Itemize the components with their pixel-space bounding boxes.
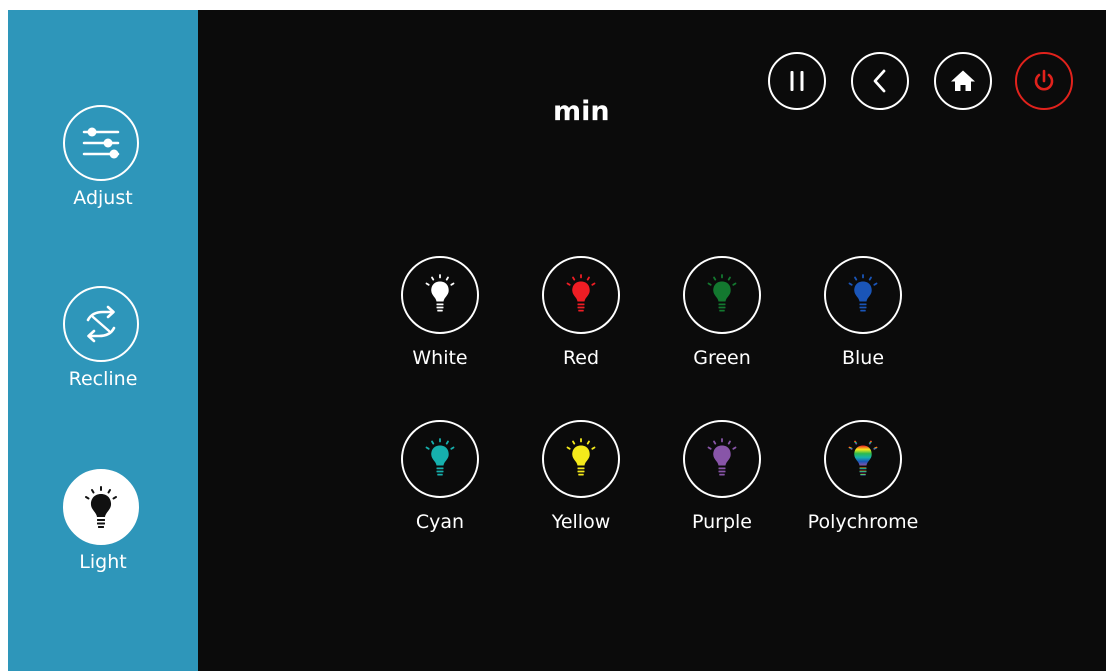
- light-button[interactable]: [542, 256, 620, 334]
- power-button[interactable]: [1015, 52, 1073, 110]
- sidebar: Adjust Recline Light: [8, 10, 198, 671]
- app-frame: Adjust Recline Light min White Red Green…: [8, 10, 1106, 671]
- bulb-icon: [707, 438, 737, 476]
- light-button[interactable]: [401, 420, 479, 498]
- light-button[interactable]: [683, 420, 761, 498]
- bulb-icon: [707, 274, 737, 312]
- light-label: Cyan: [415, 511, 465, 533]
- light-label: Purple: [691, 511, 752, 533]
- light-label: Green: [693, 347, 751, 369]
- swap-arrows-icon: [86, 305, 116, 343]
- home-button[interactable]: [934, 52, 992, 110]
- page-title: min: [553, 96, 610, 127]
- home-icon: [951, 70, 975, 91]
- light-button[interactable]: [824, 420, 902, 498]
- bulb-icon: [425, 438, 455, 476]
- light-label: Polychrome: [807, 511, 919, 533]
- bulb-icon: [566, 438, 596, 476]
- light-button[interactable]: [683, 256, 761, 334]
- back-icon: [873, 69, 886, 93]
- sidebar-item-label: Recline: [68, 368, 138, 390]
- bulb-icon: [85, 486, 117, 528]
- sidebar-item-label: Adjust: [73, 187, 133, 209]
- light-button[interactable]: [401, 256, 479, 334]
- power-icon: [1034, 69, 1054, 91]
- pause-button[interactable]: [768, 52, 826, 110]
- bulb-icon: [425, 274, 455, 312]
- light-button[interactable]: [542, 420, 620, 498]
- light-label: Red: [562, 347, 600, 369]
- sliders-icon: [82, 127, 120, 159]
- sidebar-item-label: Light: [79, 551, 127, 573]
- back-button[interactable]: [851, 52, 909, 110]
- bulb-icon: [848, 274, 878, 312]
- bulb-icon: [848, 438, 878, 476]
- pause-icon: [790, 71, 804, 91]
- light-label: Blue: [841, 347, 885, 369]
- sidebar-light-button[interactable]: [63, 469, 139, 545]
- bulb-icon: [566, 274, 596, 312]
- sidebar-recline-button[interactable]: [63, 286, 139, 362]
- light-label: Yellow: [551, 511, 611, 533]
- light-label: White: [412, 347, 468, 369]
- sidebar-adjust-button[interactable]: [63, 105, 139, 181]
- light-button[interactable]: [824, 256, 902, 334]
